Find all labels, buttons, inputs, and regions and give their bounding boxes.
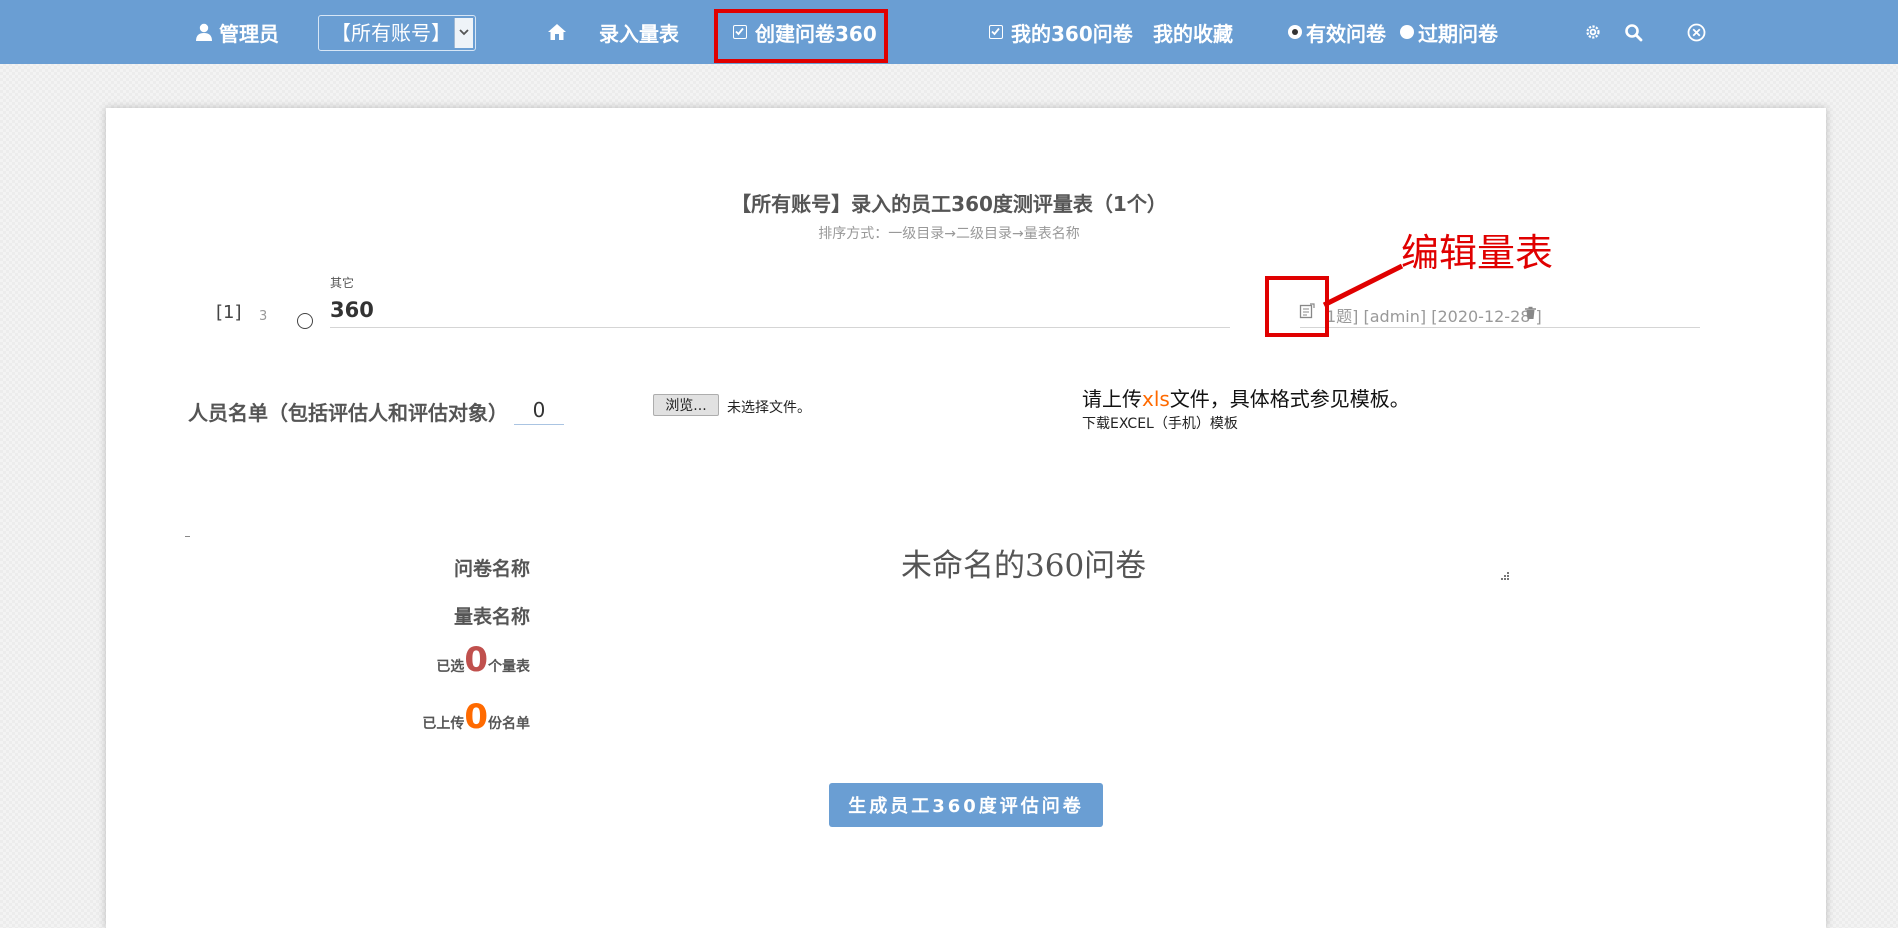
uploaded-prefix: 已上传: [422, 716, 465, 732]
highlight-box-create-360: [714, 9, 888, 63]
list-item-divider: [330, 327, 1230, 328]
highlight-box-edit-scale: [1265, 276, 1329, 337]
filter-valid-radio[interactable]: 有效问卷: [1288, 0, 1386, 64]
selected-count: 0: [464, 640, 488, 680]
upload-hint: 请上传xls文件，具体格式参见模板。: [1082, 383, 1410, 412]
user-label: 管理员: [219, 21, 279, 46]
account-select-value: 【所有账号】: [331, 21, 451, 45]
upload-hint-ext: xls: [1142, 387, 1170, 411]
nav-favorites[interactable]: 我的收藏: [1153, 0, 1233, 64]
nav-enter-scale-label: 录入量表: [599, 21, 679, 46]
search-button[interactable]: [1624, 0, 1643, 64]
close-button[interactable]: [1687, 0, 1706, 64]
nav-favorites-label: 我的收藏: [1153, 21, 1233, 46]
uploaded-lists-stat: 已上传0份名单: [422, 697, 530, 737]
generate-survey-button[interactable]: 生成员工360度评估问卷: [829, 783, 1103, 827]
file-status: 未选择文件。: [727, 400, 811, 416]
radio-unselected-icon: [1400, 25, 1414, 39]
filter-expired-radio[interactable]: 过期问卷: [1400, 0, 1498, 64]
list-item-name[interactable]: 360: [330, 298, 374, 322]
home-button[interactable]: [547, 0, 567, 64]
radio-selected-icon: [1288, 25, 1302, 39]
list-item-select-radio[interactable]: [297, 313, 313, 329]
sort-note: 排序方式：一级目录→二级目录→量表名称: [818, 226, 1080, 242]
download-template-link[interactable]: 下载EXCEL（手机）模板: [1082, 413, 1238, 433]
survey-name-input[interactable]: 未命名的360问卷: [901, 540, 1146, 585]
nav-my-360[interactable]: 我的360问卷: [989, 0, 1133, 64]
trash-icon[interactable]: [1524, 305, 1537, 324]
nav-my-360-label: 我的360问卷: [1011, 21, 1133, 46]
survey-name-label: 问卷名称: [453, 558, 530, 580]
filter-valid-label: 有效问卷: [1306, 21, 1386, 46]
list-item-category: 其它: [330, 276, 355, 290]
browse-file-button[interactable]: 浏览...: [653, 394, 719, 416]
list-item-index: [1]: [216, 302, 242, 323]
scale-name-label: 量表名称: [453, 606, 530, 628]
annotation-arrow-line: [1322, 263, 1404, 308]
uploaded-count: 0: [464, 697, 488, 737]
top-nav-bar: 管理员 【所有账号】 录入量表 创建问卷360 我的360问卷 我的收藏 有效问…: [0, 0, 1898, 64]
decorative-dash: [185, 536, 190, 537]
uploaded-suffix: 份名单: [488, 716, 530, 732]
checkbox-checked-icon: [989, 25, 1003, 39]
selected-scales-stat: 已选0个量表: [436, 640, 530, 680]
chevron-down-icon: [454, 18, 473, 48]
filter-expired-label: 过期问卷: [1418, 21, 1498, 46]
nav-enter-scale[interactable]: 录入量表: [599, 0, 679, 64]
search-icon: [1624, 23, 1643, 42]
list-item-count: 3: [259, 309, 268, 324]
selected-prefix: 已选: [436, 659, 465, 675]
people-count: 0: [514, 398, 564, 425]
page-title: 【所有账号】录入的员工360度测评量表（1个）: [731, 192, 1167, 216]
upload-hint-suffix: 文件，具体格式参见模板。: [1169, 387, 1410, 411]
selected-suffix: 个量表: [488, 659, 530, 675]
people-list-label: 人员名单（包括评估人和评估对象）: [188, 401, 508, 425]
gear-icon: [1584, 23, 1602, 41]
list-item-divider: [1300, 327, 1700, 328]
resize-grip-icon[interactable]: [1498, 571, 1510, 583]
annotation-edit-scale: 编辑量表: [1401, 231, 1554, 275]
account-select[interactable]: 【所有账号】: [318, 15, 476, 51]
upload-hint-prefix: 请上传: [1082, 387, 1142, 411]
user-menu[interactable]: 管理员: [196, 0, 279, 64]
settings-button[interactable]: [1584, 0, 1602, 64]
user-icon: [196, 23, 212, 41]
home-icon: [547, 23, 567, 41]
close-circle-icon: [1687, 23, 1706, 42]
